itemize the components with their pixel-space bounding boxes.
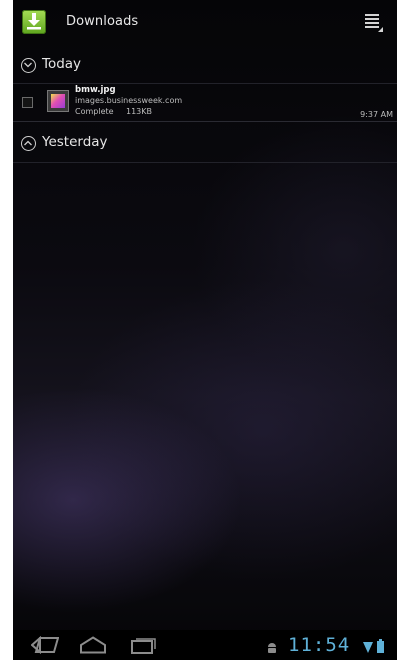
file-size: 113KB [126,107,153,116]
wifi-signal-icon [363,639,373,658]
battery-icon [377,638,384,657]
group-header-yesterday[interactable]: Yesterday [13,123,397,163]
recent-apps-icon[interactable] [128,636,156,658]
group-label: Yesterday [42,134,108,150]
navigation-bar: 11:54 [13,630,397,660]
overflow-menu-icon[interactable] [365,14,383,32]
status-clock: 11:54 [288,634,351,656]
page-title: Downloads [66,14,139,29]
screen: Downloads Today bmw.jpg images.businessw… [13,0,397,660]
timestamp: 9:37 AM [360,110,393,119]
file-name: bmw.jpg [75,85,116,95]
home-icon[interactable] [79,636,107,658]
group-label: Today [42,56,82,72]
list-item[interactable]: bmw.jpg images.businessweek.com Complete… [13,83,397,122]
file-host: images.businessweek.com [75,96,183,105]
action-bar: Downloads [13,0,397,47]
download-icon[interactable] [22,10,46,34]
group-header-today[interactable]: Today [13,47,397,84]
android-debug-icon [266,639,278,658]
circle-chevron-up-icon [21,136,36,151]
image-file-icon [47,90,69,112]
back-icon[interactable] [30,635,60,658]
status-text: Complete [75,107,114,116]
circle-chevron-down-icon [21,58,36,73]
row-checkbox[interactable] [22,97,33,108]
